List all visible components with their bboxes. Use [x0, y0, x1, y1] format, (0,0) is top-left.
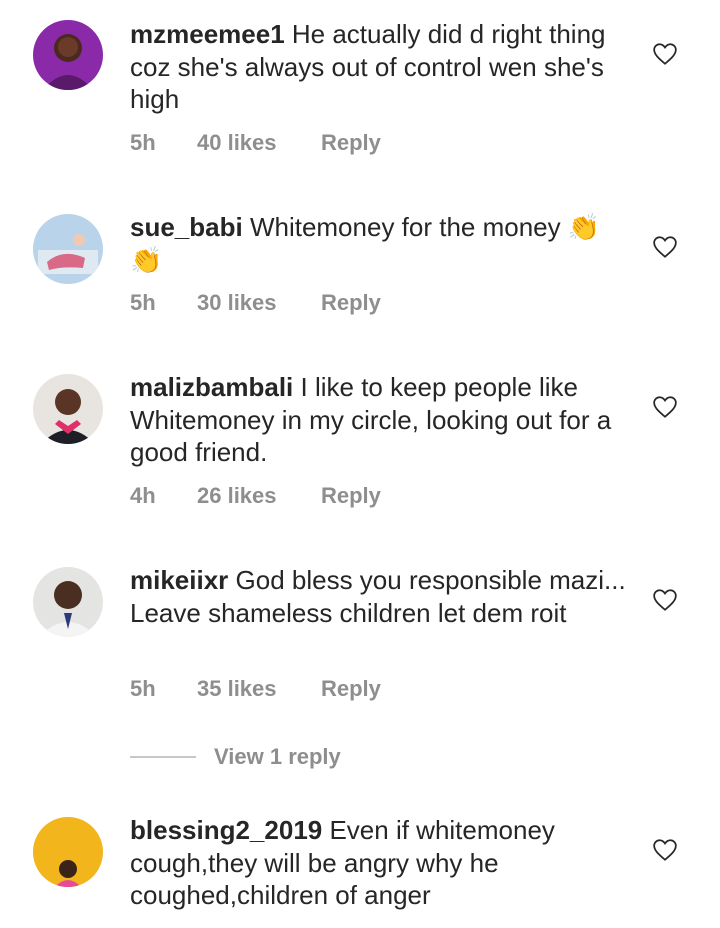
avatar[interactable]: [33, 20, 103, 90]
comment-username[interactable]: malizbambali: [130, 372, 293, 402]
comment-username[interactable]: blessing2_2019: [130, 815, 322, 845]
avatar[interactable]: [33, 214, 103, 284]
avatar[interactable]: [33, 374, 103, 444]
comment-likes[interactable]: 26 likes: [197, 483, 321, 509]
comment-time: 5h: [130, 290, 156, 315]
heart-outline-icon[interactable]: [652, 235, 678, 259]
view-replies-label[interactable]: View 1 reply: [214, 744, 341, 770]
heart-outline-icon[interactable]: [652, 395, 678, 419]
reply-button[interactable]: Reply: [321, 290, 381, 316]
reply-button[interactable]: Reply: [321, 676, 381, 702]
avatar[interactable]: [33, 567, 103, 637]
divider: [130, 756, 196, 758]
comment-likes[interactable]: 30 likes: [197, 290, 321, 316]
comment-username[interactable]: mikeiixr: [130, 565, 228, 595]
comment-likes[interactable]: 35 likes: [197, 676, 321, 702]
comment-username[interactable]: mzmeemee1: [130, 19, 285, 49]
comment-likes[interactable]: 40 likes: [197, 130, 321, 156]
comment-time: 5h: [130, 130, 156, 155]
avatar[interactable]: [33, 817, 103, 887]
reply-button[interactable]: Reply: [321, 130, 381, 156]
heart-outline-icon[interactable]: [652, 42, 678, 66]
heart-outline-icon[interactable]: [652, 588, 678, 612]
reply-button[interactable]: Reply: [321, 483, 381, 509]
comment-username[interactable]: sue_babi: [130, 212, 243, 242]
heart-outline-icon[interactable]: [652, 838, 678, 862]
comment-time: 5h: [130, 676, 156, 701]
view-replies-toggle[interactable]: View 1 reply: [130, 744, 341, 770]
comment-time: 4h: [130, 483, 156, 508]
